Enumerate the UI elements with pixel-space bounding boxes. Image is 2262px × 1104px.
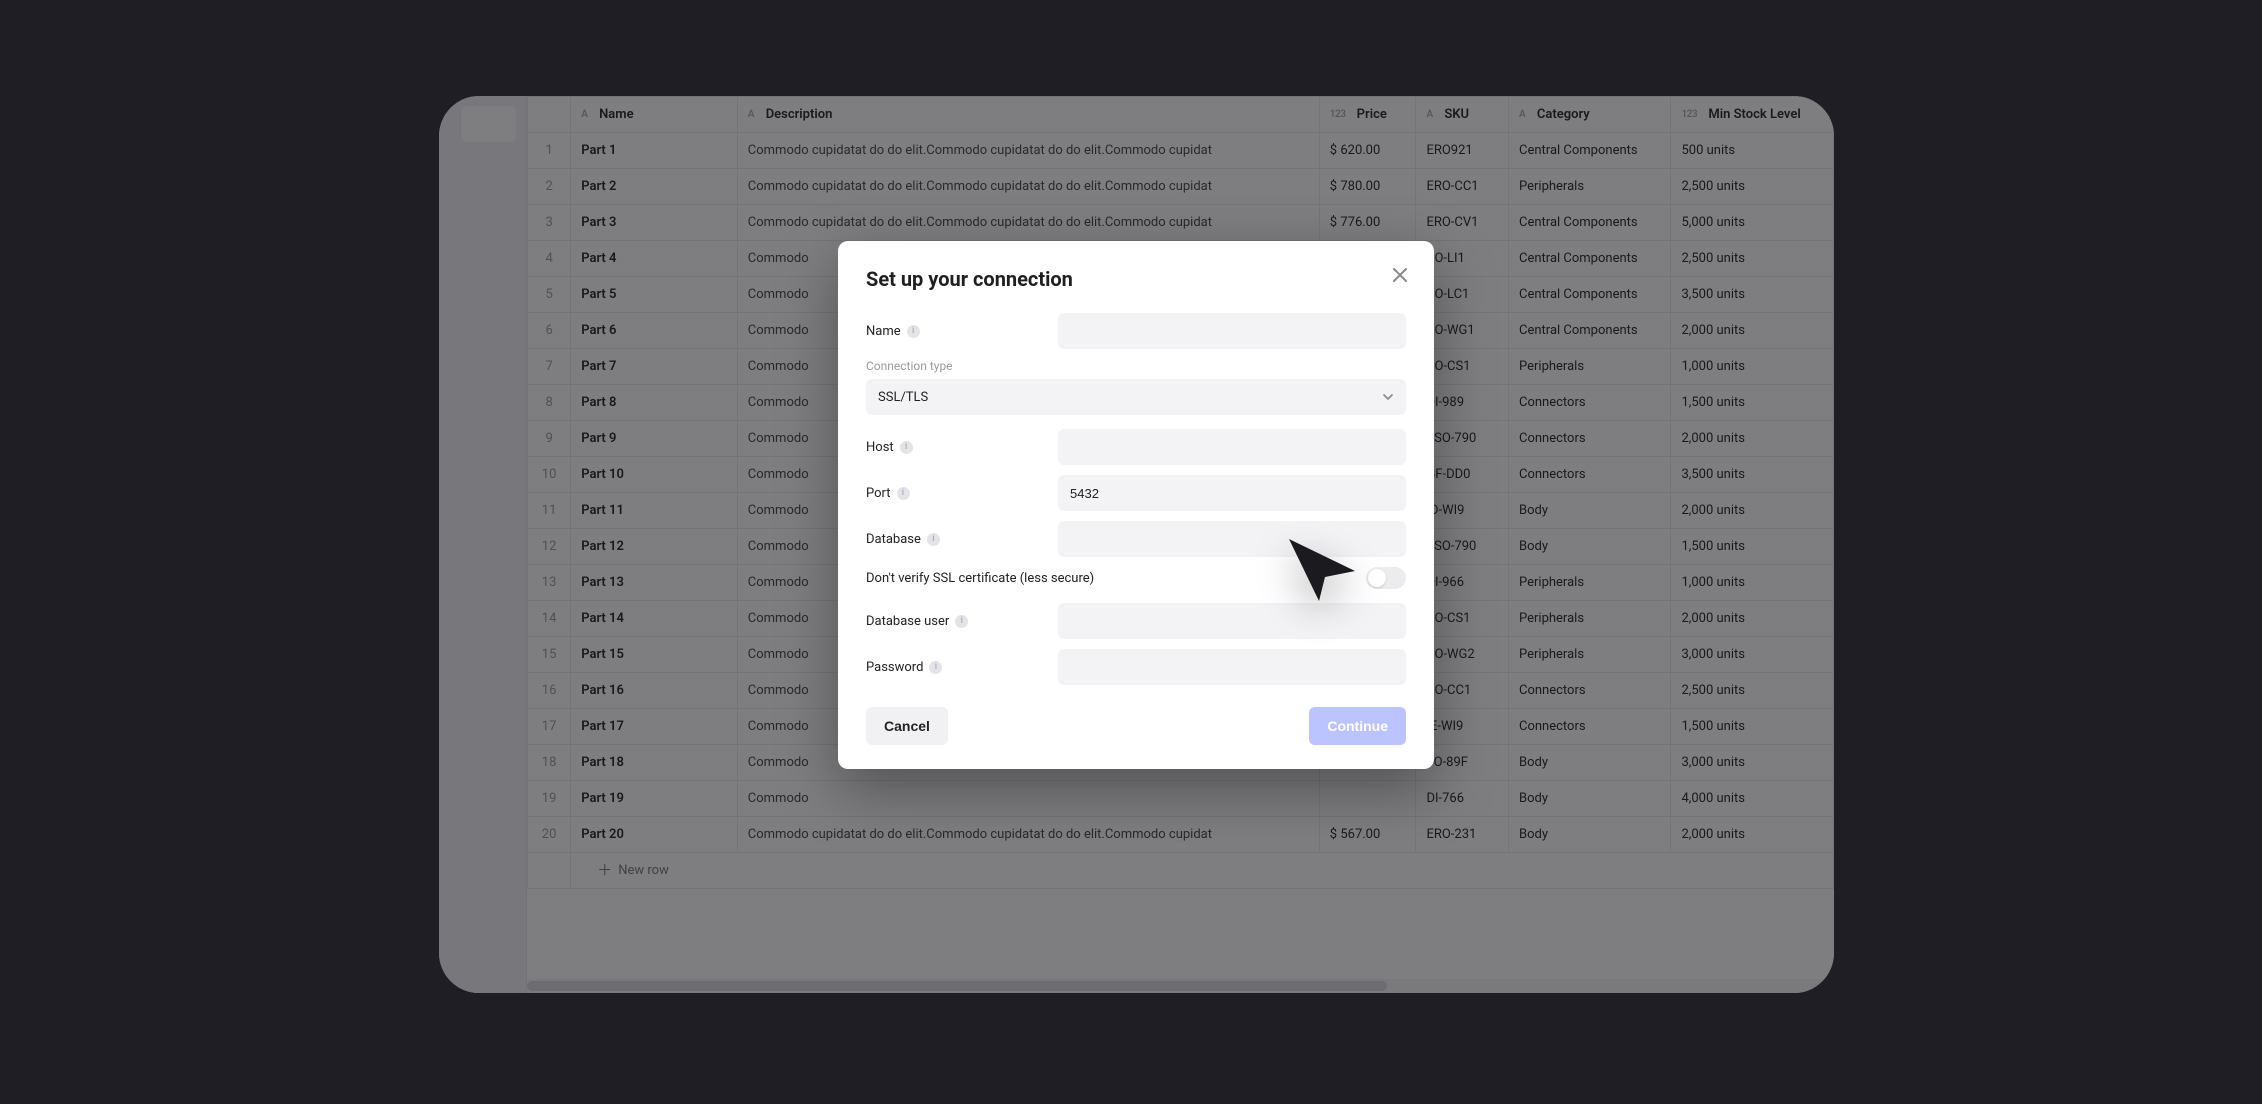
ssl-verify-label: Don't verify SSL certificate (less secur…	[866, 571, 1094, 586]
connection-type-label: Connection type	[866, 359, 1406, 373]
close-icon	[1393, 268, 1407, 282]
info-icon[interactable]: i	[929, 661, 942, 674]
cancel-button[interactable]: Cancel	[866, 707, 948, 745]
password-input[interactable]	[1058, 649, 1406, 685]
name-label: Name i	[866, 324, 1046, 339]
modal-title: Set up your connection	[866, 267, 1406, 291]
info-icon[interactable]: i	[955, 615, 968, 628]
close-button[interactable]	[1386, 261, 1414, 289]
database-user-input[interactable]	[1058, 603, 1406, 639]
connection-type-select[interactable]: SSL/TLS	[866, 379, 1406, 415]
database-label: Database i	[866, 532, 1046, 547]
database-user-label: Database user i	[866, 614, 1046, 629]
info-icon[interactable]: i	[900, 441, 913, 454]
connection-type-value: SSL/TLS	[878, 390, 928, 405]
ssl-verify-toggle[interactable]	[1366, 567, 1406, 589]
name-input[interactable]	[1058, 313, 1406, 349]
password-label: Password i	[866, 660, 1046, 675]
toggle-knob	[1368, 569, 1386, 587]
info-icon[interactable]: i	[907, 325, 920, 338]
port-input[interactable]	[1058, 475, 1406, 511]
info-icon[interactable]: i	[897, 487, 910, 500]
database-input[interactable]	[1058, 521, 1406, 557]
port-label: Port i	[866, 486, 1046, 501]
info-icon[interactable]: i	[927, 533, 940, 546]
chevron-down-icon	[1382, 391, 1394, 403]
host-input[interactable]	[1058, 429, 1406, 465]
continue-button[interactable]: Continue	[1309, 707, 1406, 745]
host-label: Host i	[866, 440, 1046, 455]
connection-modal: Set up your connection Name i Connection…	[838, 241, 1434, 769]
